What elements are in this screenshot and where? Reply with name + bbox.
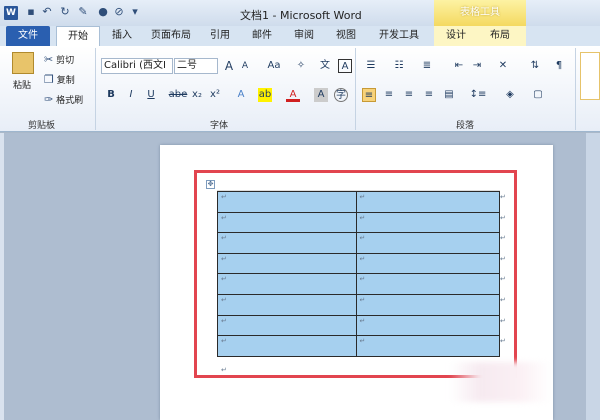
decrease-indent-icon[interactable]: ⇤: [452, 59, 466, 73]
borders-icon[interactable]: ▢: [528, 88, 548, 102]
enclose-char-icon[interactable]: 字: [334, 88, 348, 102]
multilevel-list-icon[interactable]: ≣: [418, 59, 436, 73]
strikethrough-button[interactable]: abe: [168, 88, 188, 102]
align-left-icon[interactable]: ≡: [362, 88, 376, 102]
change-case-button[interactable]: Aa: [264, 59, 284, 73]
bullets-icon[interactable]: ☰: [362, 59, 380, 73]
tab-insert[interactable]: 插入: [104, 26, 140, 46]
phonetic-icon[interactable]: 文: [318, 59, 332, 73]
shrink-font-button[interactable]: A: [238, 59, 252, 73]
copy-icon: ❐: [44, 73, 54, 86]
italic-button[interactable]: I: [124, 88, 138, 102]
scissors-icon: ✂: [44, 53, 54, 66]
styles-gallery[interactable]: [580, 52, 600, 100]
clear-format-icon[interactable]: ✧: [294, 59, 308, 73]
color-icon[interactable]: ●: [96, 5, 110, 19]
font-color-icon[interactable]: A: [286, 88, 300, 102]
contextual-group-label: 表格工具: [434, 0, 526, 26]
vertical-ruler: [0, 133, 4, 420]
align-center-icon[interactable]: ≡: [382, 88, 396, 102]
char-border-icon[interactable]: A: [338, 59, 352, 73]
highlight-icon[interactable]: ab: [258, 88, 272, 102]
tab-review[interactable]: 审阅: [286, 26, 322, 46]
clear-icon[interactable]: ⊘: [112, 5, 126, 19]
tab-design[interactable]: 设计: [436, 26, 476, 46]
watermark-blur: [450, 362, 550, 402]
align-right-icon[interactable]: ≡: [402, 88, 416, 102]
text-effect-icon[interactable]: A: [234, 88, 248, 102]
paste-button[interactable]: 粘贴: [13, 80, 31, 92]
tab-references[interactable]: 引用: [202, 26, 238, 46]
numbering-icon[interactable]: ☷: [390, 59, 408, 73]
char-shading-icon[interactable]: A: [314, 88, 328, 102]
format-painter-button[interactable]: ✑ 格式刷: [44, 94, 83, 107]
format-painter-icon[interactable]: ✎: [76, 5, 90, 19]
justify-icon[interactable]: ≡: [422, 88, 436, 102]
line-spacing-icon[interactable]: ↕≡: [468, 88, 488, 102]
window-title: 文档1 - Microsoft Word: [240, 9, 362, 22]
font-name-select[interactable]: Calibri (西文I: [101, 58, 173, 74]
font-group-label: 字体: [210, 121, 229, 131]
paragraph-group-label: 段落: [456, 121, 475, 131]
paste-icon[interactable]: [12, 52, 34, 74]
bold-button[interactable]: B: [104, 88, 118, 102]
tab-layout[interactable]: 布局: [480, 26, 520, 46]
vertical-scrollbar[interactable]: [586, 133, 600, 420]
save-icon[interactable]: ▪: [24, 5, 38, 19]
increase-indent-icon[interactable]: ⇥: [470, 59, 484, 73]
word-logo-icon[interactable]: W: [4, 6, 18, 20]
distribute-icon[interactable]: ▤: [442, 88, 456, 102]
copy-button[interactable]: ❐ 复制: [44, 74, 75, 87]
highlight-frame: [194, 170, 517, 378]
tab-page-layout[interactable]: 页面布局: [144, 26, 198, 46]
undo-icon[interactable]: ↶: [40, 5, 54, 19]
font-size-select[interactable]: 二号: [174, 58, 218, 74]
cut-button[interactable]: ✂ 剪切: [44, 54, 74, 67]
tab-mailings[interactable]: 邮件: [244, 26, 280, 46]
grow-font-button[interactable]: A: [222, 59, 236, 73]
clipboard-group-label: 剪贴板: [28, 121, 56, 131]
show-marks-icon[interactable]: ¶: [552, 59, 566, 73]
tab-view[interactable]: 视图: [328, 26, 364, 46]
chinese-layout-icon[interactable]: ✕: [494, 59, 512, 73]
redo-icon[interactable]: ↻: [58, 5, 72, 19]
underline-button[interactable]: U: [144, 88, 158, 102]
sort-icon[interactable]: ⇅: [528, 59, 542, 73]
superscript-button[interactable]: x²: [208, 88, 222, 102]
shading-icon[interactable]: ◈: [500, 88, 520, 102]
customize-icon[interactable]: ▾: [128, 5, 142, 19]
brush-icon: ✑: [44, 93, 54, 106]
subscript-button[interactable]: x₂: [190, 88, 204, 102]
tab-file[interactable]: 文件: [6, 26, 50, 46]
tab-developer[interactable]: 开发工具: [372, 26, 426, 46]
tab-home[interactable]: 开始: [56, 26, 100, 46]
